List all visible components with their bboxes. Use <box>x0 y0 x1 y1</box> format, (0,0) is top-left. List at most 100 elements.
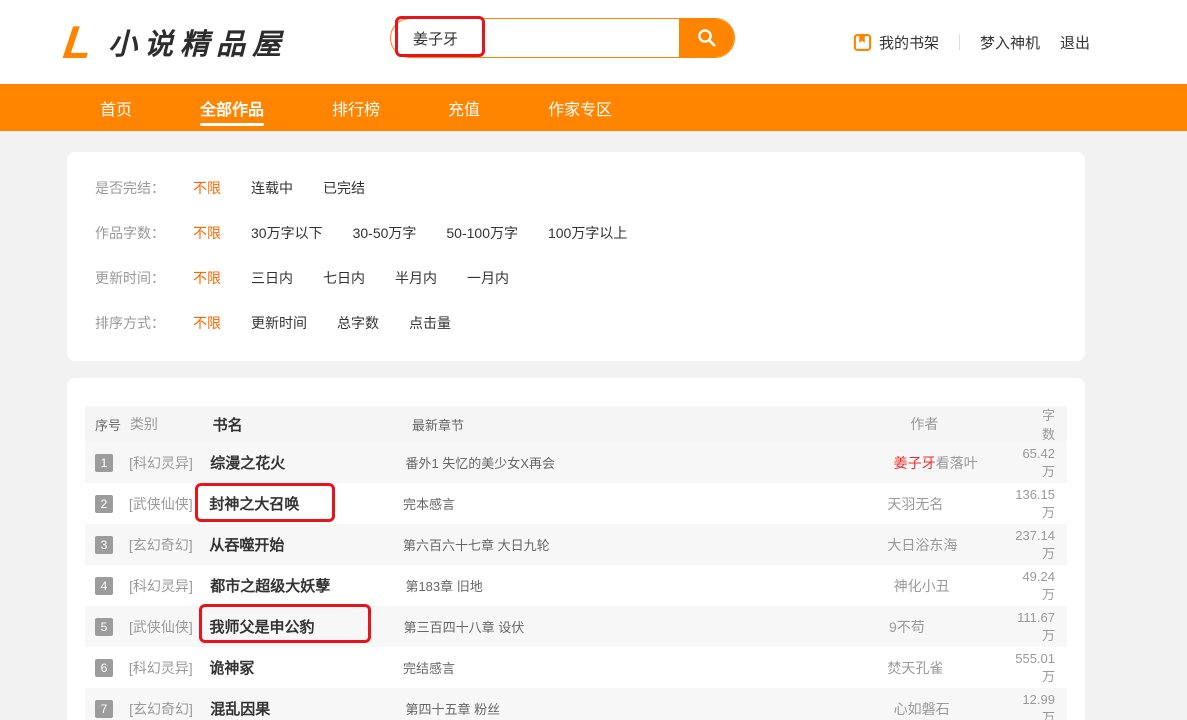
row-number-badge: 3 <box>95 535 113 554</box>
author-search-highlight: 姜子牙 <box>893 454 936 471</box>
filter-label: 是否完结： <box>95 179 165 196</box>
table-row[interactable]: 7 [玄幻奇幻] 混乱因果 第四十五章 粉丝 心如磐石 12.99万 <box>85 688 1067 720</box>
my-bookshelf-link[interactable]: 我的书架 <box>853 32 939 53</box>
filter-option[interactable]: 一月内 <box>467 268 509 288</box>
row-index-cell: 1 <box>85 453 129 472</box>
filter-row-completion: 是否完结： 不限 连载中 已完结 <box>95 165 1085 210</box>
latest-chapter-link[interactable]: 第四十五章 粉丝 <box>405 699 893 718</box>
search-icon <box>696 27 718 49</box>
book-wordcount: 237.14万 <box>1015 527 1055 561</box>
book-category: [玄幻奇幻] <box>128 536 193 553</box>
nav-item-rankings[interactable]: 排行榜 <box>332 84 380 131</box>
nav-item-author-zone[interactable]: 作家专区 <box>548 84 612 131</box>
filter-row-update-time: 更新时间： 不限 三日内 七日内 半月内 一月内 <box>95 255 1085 300</box>
filter-row-sort: 排序方式： 不限 更新时间 总字数 点击量 <box>95 300 1085 345</box>
search-bar <box>390 18 735 58</box>
logo-l-mark: L <box>60 16 96 68</box>
logout-link[interactable]: 退出 <box>1060 32 1090 53</box>
row-number-badge: 1 <box>95 453 113 472</box>
filter-option[interactable]: 不限 <box>193 268 221 288</box>
table-row[interactable]: 6 [科幻灵异] 诡神冢 完结感言 焚天孔雀 555.01万 <box>85 647 1067 688</box>
book-author: 姜子牙看落叶 <box>894 453 1023 473</box>
filter-option[interactable]: 30-50万字 <box>353 223 417 243</box>
latest-chapter-link[interactable]: 番外1 失忆的美少女X再会 <box>405 453 893 472</box>
main-nav: 首页 全部作品 排行榜 充值 作家专区 <box>0 84 1187 131</box>
table-row[interactable]: 1 [科幻灵异] 综漫之花火 番外1 失忆的美少女X再会 姜子牙看落叶 65.4… <box>85 442 1067 483</box>
author-name: 9不苟 <box>889 618 925 635</box>
row-number-badge: 2 <box>95 494 113 513</box>
book-title-link[interactable]: 封神之大召唤 <box>209 493 403 514</box>
results-panel: 序号 类别 书名 最新章节 作者 字数 1 [科幻灵异] 综漫之花火 番外1 失… <box>67 378 1085 720</box>
book-author: 神化小丑 <box>894 576 1023 596</box>
filter-option[interactable]: 不限 <box>193 313 221 333</box>
book-title-link[interactable]: 我师父是申公豹 <box>210 616 404 637</box>
row-index-cell: 7 <box>85 699 129 718</box>
row-number-badge: 5 <box>95 617 113 636</box>
book-category: [武侠仙侠] <box>128 495 193 512</box>
filter-label: 作品字数： <box>95 224 165 241</box>
book-category: [科幻灵异] <box>129 577 193 594</box>
filter-panel: 是否完结： 不限 连载中 已完结 作品字数： 不限 30万字以下 30-50万字… <box>67 152 1085 361</box>
book-wordcount: 12.99万 <box>1022 691 1055 720</box>
header-divider <box>958 34 960 50</box>
author-name: 看落叶 <box>935 454 978 471</box>
filter-option[interactable]: 点击量 <box>409 313 451 333</box>
filter-option[interactable]: 不限 <box>193 178 221 198</box>
latest-chapter-link[interactable]: 完结感言 <box>403 658 887 677</box>
filter-option[interactable]: 50-100万字 <box>446 223 518 243</box>
search-button[interactable] <box>678 19 734 57</box>
search-input[interactable] <box>391 19 679 57</box>
table-header-row: 序号 类别 书名 最新章节 作者 字数 <box>85 406 1067 442</box>
filter-option[interactable]: 连载中 <box>251 178 293 198</box>
row-index-cell: 5 <box>85 617 129 636</box>
latest-chapter-link[interactable]: 第183章 旧地 <box>405 576 893 595</box>
book-title-link[interactable]: 从吞噬开始 <box>209 534 403 555</box>
col-header-no: 序号 <box>95 417 122 433</box>
col-header-chapter: 最新章节 <box>411 417 464 433</box>
book-category: [武侠仙侠] <box>128 618 193 635</box>
filter-label: 排序方式： <box>95 314 165 331</box>
nav-item-all-works[interactable]: 全部作品 <box>200 84 265 131</box>
username-link[interactable]: 梦入神机 <box>980 32 1040 53</box>
table-row[interactable]: 3 [玄幻奇幻] 从吞噬开始 第六百六十七章 大日九轮 大日浴东海 237.14… <box>85 524 1067 565</box>
latest-chapter-link[interactable]: 完本感言 <box>403 494 887 513</box>
row-number-badge: 4 <box>95 576 113 595</box>
site-title: 小说精品屋 <box>108 29 289 61</box>
latest-chapter-link[interactable]: 第三百四十八章 设伏 <box>404 617 889 636</box>
book-author: 焚天孔雀 <box>887 658 1015 678</box>
filter-option[interactable]: 30万字以下 <box>251 223 323 243</box>
filter-option[interactable]: 更新时间 <box>251 313 307 333</box>
book-title-link[interactable]: 诡神冢 <box>209 657 403 678</box>
site-logo[interactable]: L 小说精品屋 <box>60 14 289 70</box>
filter-option[interactable]: 三日内 <box>251 268 293 288</box>
book-title-link[interactable]: 混乱因果 <box>210 698 405 719</box>
nav-item-recharge[interactable]: 充值 <box>448 84 480 131</box>
filter-option[interactable]: 七日内 <box>323 268 365 288</box>
table-row[interactable]: 5 [武侠仙侠] 我师父是申公豹 第三百四十八章 设伏 9不苟 111.67万 <box>85 606 1067 647</box>
filter-option[interactable]: 不限 <box>193 223 221 243</box>
book-title-link[interactable]: 综漫之花火 <box>210 452 405 473</box>
book-author: 心如磐石 <box>894 699 1023 719</box>
book-category: [科幻灵异] <box>129 454 193 471</box>
nav-item-home[interactable]: 首页 <box>100 84 132 131</box>
book-wordcount: 555.01万 <box>1015 650 1055 684</box>
col-header-author: 作者 <box>910 416 939 432</box>
author-name: 大日浴东海 <box>887 536 958 553</box>
filter-option[interactable]: 已完结 <box>323 178 365 198</box>
author-name: 焚天孔雀 <box>887 659 944 676</box>
author-name: 天羽无名 <box>887 495 944 512</box>
table-row[interactable]: 2 [武侠仙侠] 封神之大召唤 完本感言 天羽无名 136.15万 <box>85 483 1067 524</box>
book-title-link[interactable]: 都市之超级大妖孽 <box>210 575 405 596</box>
row-index-cell: 2 <box>85 494 129 513</box>
author-name: 神化小丑 <box>893 577 950 594</box>
bookshelf-icon <box>853 33 879 52</box>
row-number-badge: 7 <box>95 699 113 718</box>
my-bookshelf-label: 我的书架 <box>878 34 939 52</box>
filter-option[interactable]: 总字数 <box>337 313 379 333</box>
table-row[interactable]: 4 [科幻灵异] 都市之超级大妖孽 第183章 旧地 神化小丑 49.24万 <box>85 565 1067 606</box>
filter-option[interactable]: 100万字以上 <box>548 223 627 243</box>
filter-option[interactable]: 半月内 <box>395 268 437 288</box>
header-user-links: 我的书架 梦入神机 退出 <box>853 0 1090 84</box>
latest-chapter-link[interactable]: 第六百六十七章 大日九轮 <box>403 535 887 554</box>
book-wordcount: 65.42万 <box>1022 445 1055 479</box>
